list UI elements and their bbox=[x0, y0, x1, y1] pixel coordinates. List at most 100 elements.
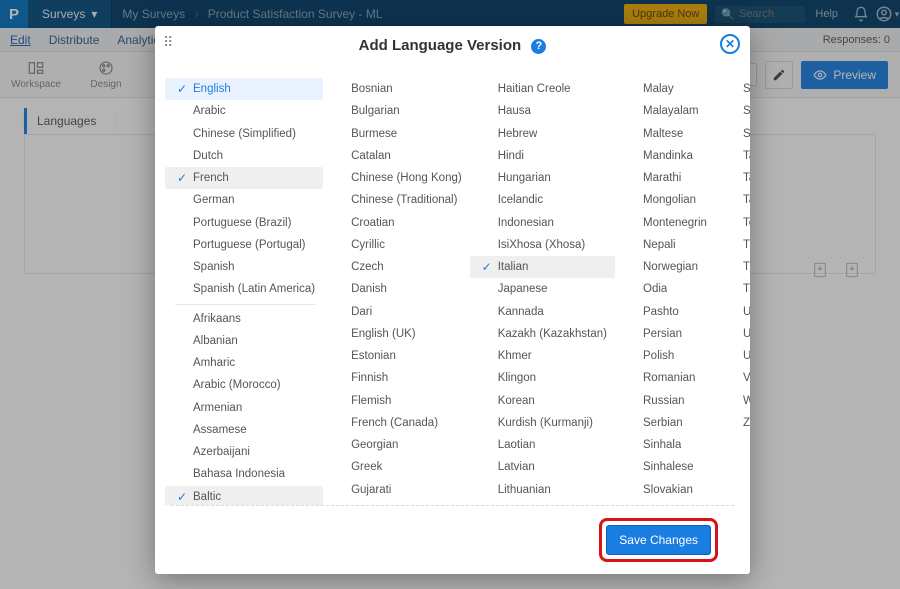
language-option[interactable]: ✓Baltic bbox=[165, 486, 323, 506]
language-option[interactable]: Odia bbox=[615, 278, 715, 300]
language-option[interactable]: Afrikaans bbox=[165, 308, 323, 330]
language-option[interactable]: Flemish bbox=[323, 390, 470, 412]
language-option[interactable]: IsiXhosa (Xhosa) bbox=[470, 234, 615, 256]
language-option[interactable]: Arabic (Morocco) bbox=[165, 374, 323, 396]
language-option[interactable]: Hindi bbox=[470, 145, 615, 167]
drag-handle-icon[interactable]: ⠿ bbox=[163, 34, 172, 51]
language-option[interactable]: Amharic bbox=[165, 352, 323, 374]
language-option[interactable]: ✓French bbox=[165, 167, 323, 189]
language-option[interactable]: Danish bbox=[323, 278, 470, 300]
language-option[interactable]: Maltese bbox=[615, 123, 715, 145]
language-option[interactable]: Norwegian bbox=[615, 256, 715, 278]
language-option[interactable]: Sinhalese bbox=[615, 456, 715, 478]
save-changes-button[interactable]: Save Changes bbox=[606, 525, 711, 555]
language-label: Tagalog (Philippines) bbox=[743, 172, 750, 184]
language-option[interactable]: Romanian bbox=[615, 367, 715, 389]
language-option[interactable]: Somali bbox=[715, 78, 750, 100]
language-option[interactable]: Haitian Creole bbox=[470, 78, 615, 100]
language-option[interactable]: Assamese bbox=[165, 419, 323, 441]
language-option[interactable]: Croatian bbox=[323, 212, 470, 234]
language-option[interactable]: Hungarian bbox=[470, 167, 615, 189]
language-option[interactable]: Albanian bbox=[165, 330, 323, 352]
language-option[interactable]: Swedish bbox=[715, 123, 750, 145]
language-option[interactable]: Kannada bbox=[470, 301, 615, 323]
language-option[interactable]: Hausa bbox=[470, 100, 615, 122]
language-option[interactable]: Bosnian bbox=[323, 78, 470, 100]
language-option[interactable]: Ukrainian bbox=[715, 301, 750, 323]
language-option[interactable]: Tigrinya bbox=[715, 256, 750, 278]
language-option[interactable]: Kurdish (Kurmanji) bbox=[470, 412, 615, 434]
language-option[interactable]: Vietnamese bbox=[715, 367, 750, 389]
language-option[interactable]: Catalan bbox=[323, 145, 470, 167]
language-option[interactable]: ✓Italian bbox=[470, 256, 615, 278]
language-option[interactable]: Malayalam bbox=[615, 100, 715, 122]
language-option[interactable]: Persian bbox=[615, 323, 715, 345]
language-option[interactable]: Gurmukhi bbox=[323, 501, 470, 505]
language-option[interactable]: Nepali bbox=[615, 234, 715, 256]
language-option[interactable]: Finnish bbox=[323, 367, 470, 389]
language-option[interactable]: Turkish bbox=[715, 278, 750, 300]
language-option[interactable]: Dari bbox=[323, 301, 470, 323]
language-option[interactable]: Gujarati bbox=[323, 479, 470, 501]
language-option[interactable]: Marathi bbox=[615, 167, 715, 189]
language-option[interactable]: Azerbaijani bbox=[165, 441, 323, 463]
language-option[interactable]: Chinese (Traditional) bbox=[323, 189, 470, 211]
language-option[interactable]: Thai bbox=[715, 234, 750, 256]
language-option[interactable]: Estonian bbox=[323, 345, 470, 367]
language-option[interactable]: Chinese (Simplified) bbox=[165, 123, 323, 145]
language-option[interactable]: Korean bbox=[470, 390, 615, 412]
language-option[interactable]: Lithuanian bbox=[470, 479, 615, 501]
language-option[interactable]: Mongolian bbox=[615, 189, 715, 211]
language-option[interactable]: Portuguese (Brazil) bbox=[165, 212, 323, 234]
language-option[interactable]: Swazi bbox=[715, 100, 750, 122]
language-option[interactable]: Serbian bbox=[615, 412, 715, 434]
language-option[interactable]: Arabic bbox=[165, 100, 323, 122]
language-option[interactable]: Mandinka bbox=[615, 145, 715, 167]
language-option[interactable]: Armenian bbox=[165, 397, 323, 419]
language-option[interactable]: Sinhala bbox=[615, 434, 715, 456]
language-option[interactable]: Urdu bbox=[715, 323, 750, 345]
language-option[interactable]: Zulu bbox=[715, 412, 750, 434]
language-option[interactable]: Indonesian bbox=[470, 212, 615, 234]
language-option[interactable]: Spanish (Latin America) bbox=[165, 278, 323, 300]
language-option[interactable]: Telugu bbox=[715, 212, 750, 234]
language-option[interactable]: Kazakh (Kazakhstan) bbox=[470, 323, 615, 345]
language-option[interactable]: Slovenian bbox=[615, 501, 715, 505]
language-option[interactable]: Cyrillic bbox=[323, 234, 470, 256]
language-option[interactable]: Portuguese (Portugal) bbox=[165, 234, 323, 256]
language-option[interactable]: Hebrew bbox=[470, 123, 615, 145]
language-option[interactable]: Laotian bbox=[470, 434, 615, 456]
language-option[interactable]: Khmer bbox=[470, 345, 615, 367]
language-option[interactable]: French (Canada) bbox=[323, 412, 470, 434]
language-option[interactable]: Spanish bbox=[165, 256, 323, 278]
language-option[interactable]: Russian bbox=[615, 390, 715, 412]
language-option[interactable]: Latvian bbox=[470, 456, 615, 478]
language-option[interactable]: Greek bbox=[323, 456, 470, 478]
language-option[interactable]: Chinese (Hong Kong) bbox=[323, 167, 470, 189]
language-option[interactable]: ✓English bbox=[165, 78, 323, 100]
language-option[interactable]: Tagalog bbox=[715, 145, 750, 167]
language-option[interactable]: Czech bbox=[323, 256, 470, 278]
language-option[interactable]: Japanese bbox=[470, 278, 615, 300]
language-option[interactable]: German bbox=[165, 189, 323, 211]
language-option[interactable]: Georgian bbox=[323, 434, 470, 456]
language-option[interactable]: Pashto bbox=[615, 301, 715, 323]
close-button[interactable]: ✕ bbox=[720, 34, 740, 54]
language-option[interactable]: Icelandic bbox=[470, 189, 615, 211]
language-option[interactable]: Tamil bbox=[715, 189, 750, 211]
language-option[interactable]: Klingon bbox=[470, 367, 615, 389]
help-icon[interactable]: ? bbox=[531, 39, 546, 54]
language-option[interactable]: Malay bbox=[615, 78, 715, 100]
language-option[interactable]: Welsh bbox=[715, 390, 750, 412]
language-option[interactable]: Urdu (Pakistan) bbox=[715, 345, 750, 367]
language-option[interactable]: Macedonian bbox=[470, 501, 615, 505]
language-option[interactable]: Tagalog (Philippines) bbox=[715, 167, 750, 189]
language-option[interactable]: Bulgarian bbox=[323, 100, 470, 122]
language-option[interactable]: Dutch bbox=[165, 145, 323, 167]
language-option[interactable]: Polish bbox=[615, 345, 715, 367]
language-option[interactable]: English (UK) bbox=[323, 323, 470, 345]
language-option[interactable]: Montenegrin bbox=[615, 212, 715, 234]
language-option[interactable]: Bahasa Indonesia bbox=[165, 463, 323, 485]
language-option[interactable]: Slovakian bbox=[615, 479, 715, 501]
language-option[interactable]: Burmese bbox=[323, 123, 470, 145]
